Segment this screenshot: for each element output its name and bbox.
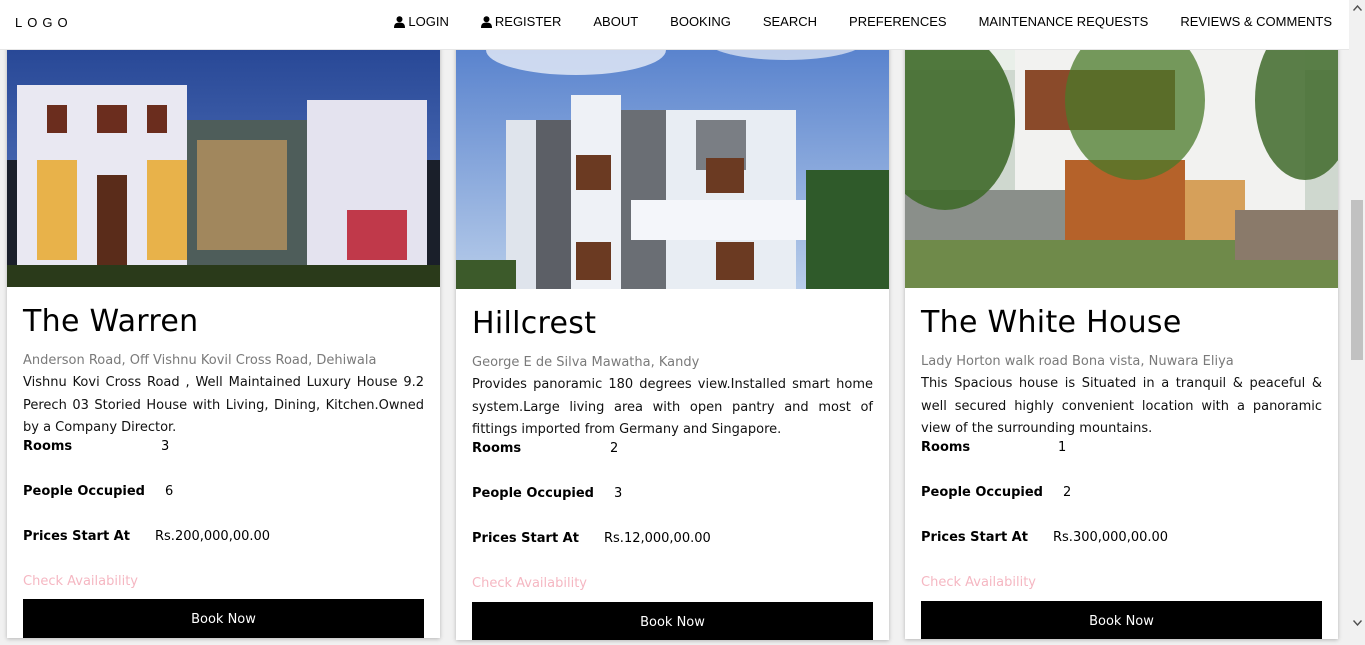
nav-login-label: LOGIN <box>408 14 449 29</box>
scroll-up-arrow-icon[interactable] <box>1349 0 1365 16</box>
people-value: 6 <box>165 483 174 499</box>
property-title: The White House <box>921 305 1182 340</box>
price-label: Prices Start At <box>23 528 130 544</box>
card-body: Hillcrest George E de Silva Mawatha, Kan… <box>472 306 873 591</box>
property-card-hillcrest: Hillcrest George E de Silva Mawatha, Kan… <box>456 10 889 640</box>
nav-maintenance-requests[interactable]: MAINTENANCE REQUESTS <box>979 14 1149 29</box>
property-description: Vishnu Kovi Cross Road , Well Maintained… <box>23 375 424 435</box>
people-row: People Occupied 2 <box>921 485 1322 530</box>
nav-about[interactable]: ABOUT <box>593 14 638 29</box>
price-label: Prices Start At <box>921 529 1028 545</box>
check-availability-link[interactable]: Check Availability <box>921 575 1322 590</box>
user-icon <box>394 15 406 28</box>
nav-login[interactable]: LOGIN <box>394 14 449 29</box>
nav-menu: LOGIN REGISTER ABOUT BOOKING SEARCH PREF… <box>394 14 1332 29</box>
check-availability-link[interactable]: Check Availability <box>23 574 424 589</box>
price-value: Rs.12,000,00.00 <box>604 530 711 546</box>
price-row: Prices Start At Rs.12,000,00.00 <box>472 531 873 576</box>
price-value: Rs.300,000,00.00 <box>1053 529 1169 545</box>
property-photo <box>905 10 1338 288</box>
rooms-label: Rooms <box>921 439 971 455</box>
card-body: The White House Lady Horton walk road Bo… <box>921 305 1322 590</box>
user-icon <box>480 15 492 28</box>
rooms-value: 2 <box>610 440 619 456</box>
logo[interactable]: LOGO <box>15 15 73 30</box>
price-row: Prices Start At Rs.300,000,00.00 <box>921 530 1322 575</box>
property-card-warren: The Warren Anderson Road, Off Vishnu Kov… <box>7 10 440 638</box>
people-value: 3 <box>614 485 623 501</box>
property-card-white-house: The White House Lady Horton walk road Bo… <box>905 10 1338 639</box>
rooms-label: Rooms <box>23 438 73 454</box>
price-label: Prices Start At <box>472 530 579 546</box>
nav-reviews-comments[interactable]: REVIEWS & COMMENTS <box>1180 14 1332 29</box>
book-now-button[interactable]: Book Now <box>472 602 873 640</box>
property-title: The Warren <box>23 304 199 339</box>
people-label: People Occupied <box>921 484 1043 500</box>
property-description: Provides panoramic 180 degrees view.Inst… <box>472 377 873 437</box>
nav-register[interactable]: REGISTER <box>480 14 562 29</box>
rooms-value: 1 <box>1058 439 1067 455</box>
nav-booking[interactable]: BOOKING <box>670 14 731 29</box>
nav-register-label: REGISTER <box>494 14 562 29</box>
property-address: George E de Silva Mawatha, Kandy <box>472 355 700 370</box>
rooms-row: Rooms 1 <box>921 440 1322 485</box>
house-photo-hillcrest <box>456 10 889 289</box>
people-row: People Occupied 3 <box>472 486 873 531</box>
property-photo <box>456 10 889 289</box>
people-label: People Occupied <box>472 485 594 501</box>
house-photo-warren <box>7 10 440 287</box>
people-value: 2 <box>1063 484 1072 500</box>
price-value: Rs.200,000,00.00 <box>155 528 271 544</box>
price-row: Prices Start At Rs.200,000,00.00 <box>23 529 424 574</box>
scroll-down-arrow-icon[interactable] <box>1349 615 1365 631</box>
property-description: This Spacious house is Situated in a tra… <box>921 376 1322 436</box>
rooms-row: Rooms 3 <box>23 439 424 484</box>
book-now-button[interactable]: Book Now <box>23 599 424 638</box>
page-scrollbar[interactable] <box>1349 0 1365 645</box>
nav-preferences[interactable]: PREFERENCES <box>849 14 947 29</box>
rooms-label: Rooms <box>472 440 522 456</box>
house-photo-white-house <box>905 10 1338 288</box>
rooms-row: Rooms 2 <box>472 441 873 486</box>
property-photo <box>7 10 440 287</box>
book-now-button[interactable]: Book Now <box>921 601 1322 639</box>
nav-search[interactable]: SEARCH <box>763 14 817 29</box>
property-title: Hillcrest <box>472 306 597 341</box>
scrollbar-thumb[interactable] <box>1351 200 1363 360</box>
property-address: Anderson Road, Off Vishnu Kovil Cross Ro… <box>23 353 377 368</box>
rooms-value: 3 <box>161 438 170 454</box>
property-address: Lady Horton walk road Bona vista, Nuwara… <box>921 354 1234 369</box>
card-body: The Warren Anderson Road, Off Vishnu Kov… <box>23 304 424 589</box>
people-label: People Occupied <box>23 483 145 499</box>
check-availability-link[interactable]: Check Availability <box>472 576 873 591</box>
navbar: LOGO LOGIN REGISTER ABOUT BOOKING SEARCH… <box>0 0 1349 50</box>
people-row: People Occupied 6 <box>23 484 424 529</box>
